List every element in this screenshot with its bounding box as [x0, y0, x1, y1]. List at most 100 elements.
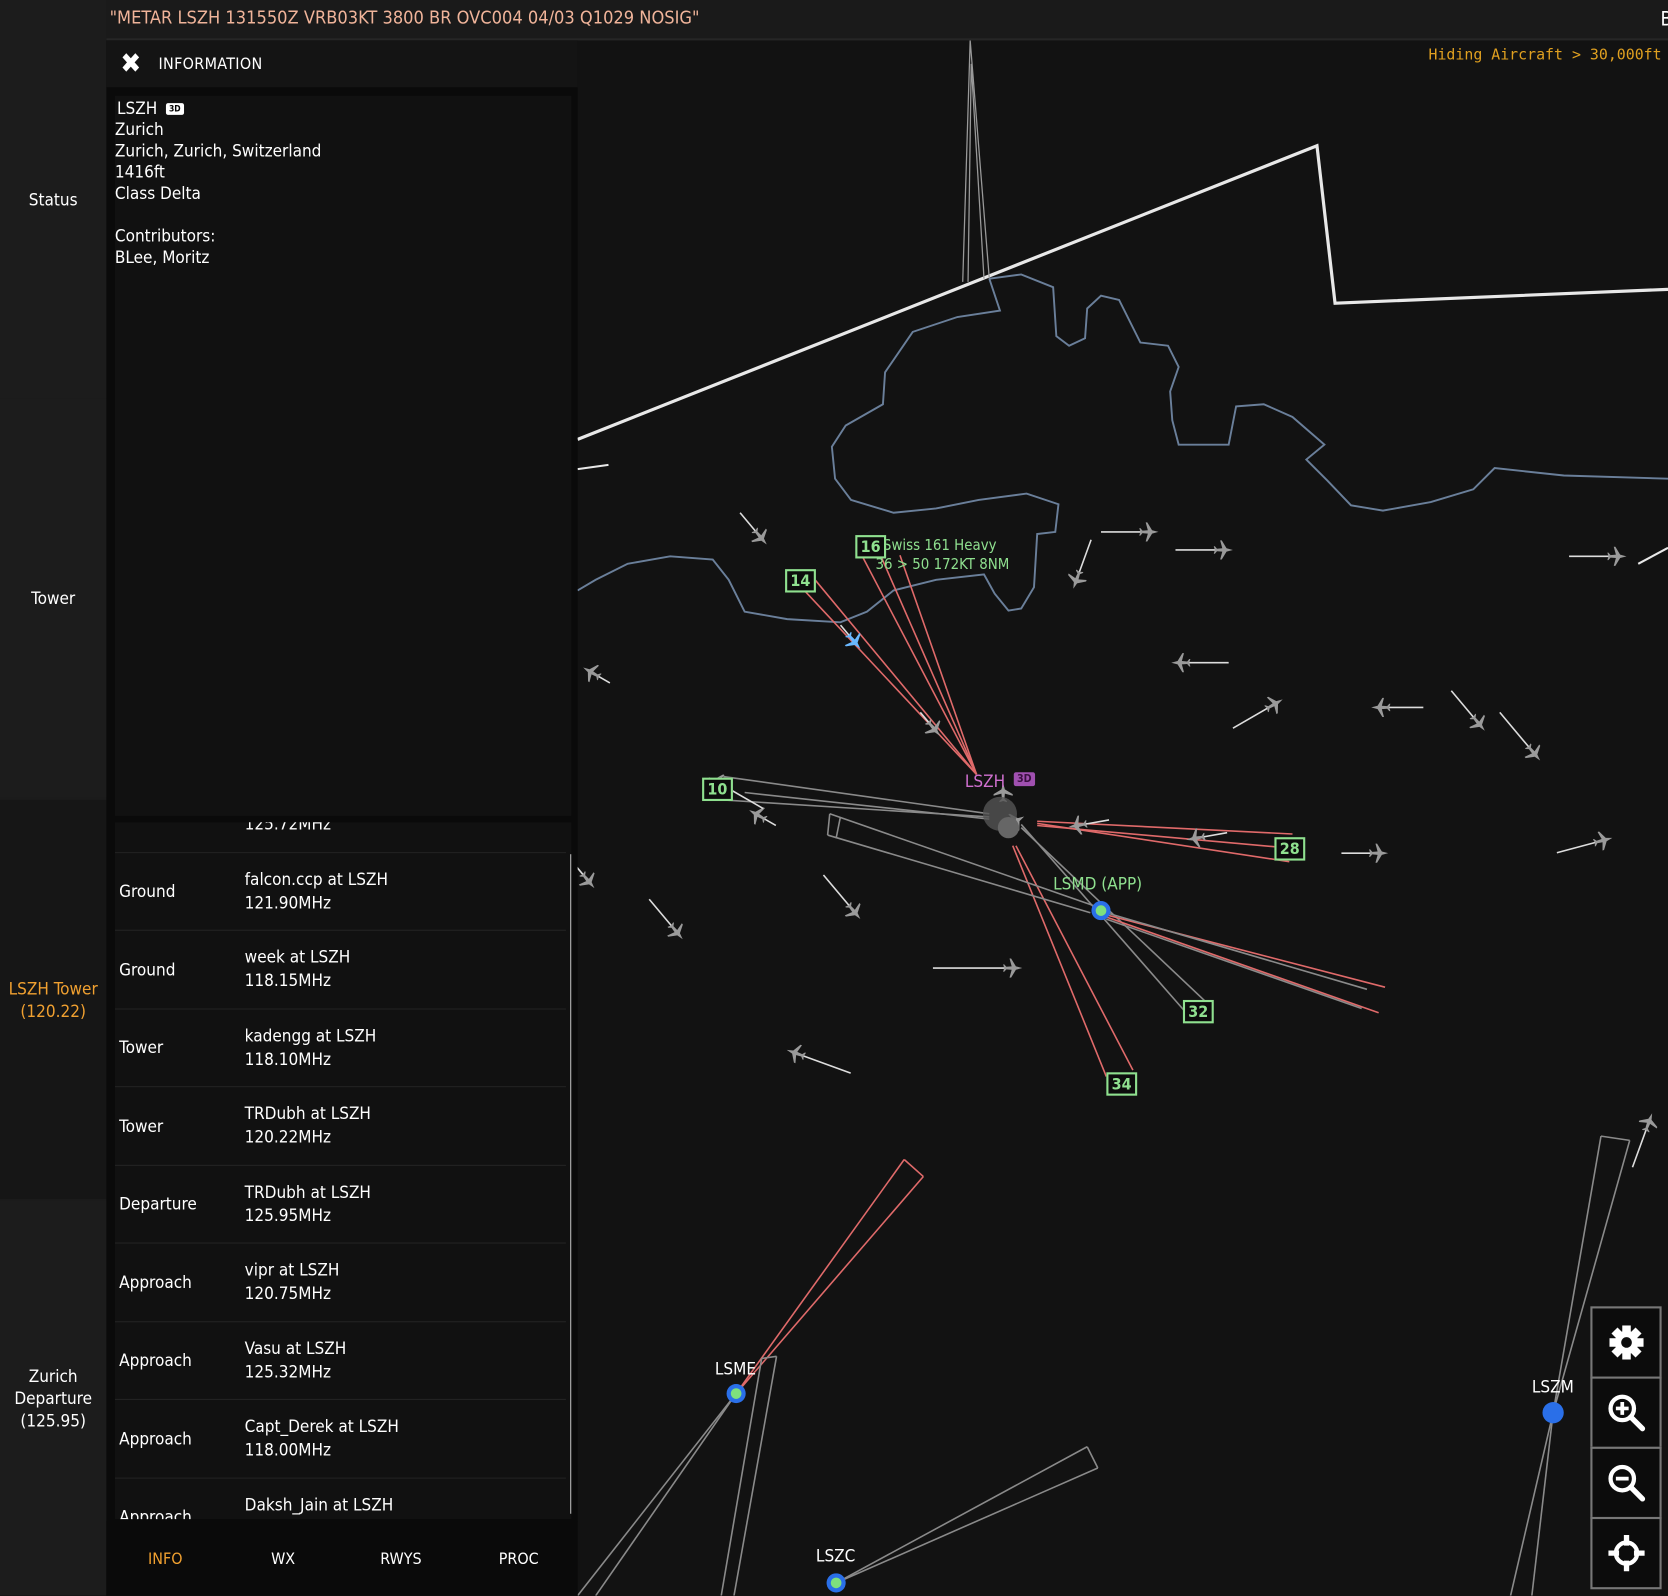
- runway-procedure-lines: [577, 550, 1631, 1596]
- aircraft-icon[interactable]: [1450, 690, 1492, 737]
- aircraft-icon[interactable]: [1556, 829, 1615, 854]
- flight-label-callsign[interactable]: Swiss 161 Heavy: [883, 537, 997, 554]
- aircraft-icon[interactable]: [839, 624, 868, 655]
- airport-elevation: 1416ft: [114, 161, 165, 182]
- aircraft-icon[interactable]: [1101, 522, 1159, 542]
- controller-callsign: Vasu at LSZH: [244, 1337, 347, 1358]
- controller-row[interactable]: Approach vipr at LSZH 120.75MHz: [114, 1244, 566, 1322]
- tab-wx[interactable]: WX: [224, 1521, 342, 1595]
- station-label-lsme[interactable]: LSME: [715, 1358, 756, 1378]
- sidebar-item-label: Status: [28, 189, 78, 210]
- procedure-line: [877, 550, 978, 775]
- procedure-line: [835, 1446, 1088, 1584]
- controller-list[interactable]: ATIS 125.72MHzGround falcon.ccp at LSZH …: [114, 822, 572, 1520]
- tab-info[interactable]: INFO: [106, 1521, 224, 1595]
- runway-label-32[interactable]: 32: [1182, 999, 1214, 1024]
- aircraft-icon[interactable]: [1171, 653, 1229, 673]
- procedure-line: [788, 573, 978, 775]
- controller-row[interactable]: Tower TRDubh at LSZH 120.22MHz: [114, 1087, 566, 1166]
- aircraft-icon[interactable]: [1175, 540, 1233, 560]
- tab-rwys[interactable]: RWYS: [342, 1521, 460, 1595]
- controller-callsign: falcon.ccp at LSZH: [244, 868, 388, 889]
- controller-position: Tower: [119, 1037, 164, 1058]
- runway-label-10[interactable]: 10: [702, 777, 733, 802]
- procedure-line: [826, 813, 831, 836]
- station-marker-lsme[interactable]: [726, 1383, 746, 1404]
- controller-row[interactable]: Ground week at LSZH 118.15MHz: [114, 931, 566, 1009]
- controller-frequency: 125.72MHz: [244, 822, 332, 835]
- zoom-in-icon: [1607, 1394, 1645, 1432]
- controller-row[interactable]: Approach Capt_Derek at LSZH 118.00MHz: [114, 1400, 566, 1479]
- controller-row[interactable]: Approach Vasu at LSZH 125.32MHz: [114, 1322, 566, 1400]
- runway-label-34[interactable]: 34: [1106, 1072, 1137, 1096]
- aircraft-icon[interactable]: [783, 1041, 851, 1074]
- runway-label-16[interactable]: 16: [855, 535, 886, 559]
- map-controls: [1590, 1306, 1662, 1590]
- controller-row[interactable]: Ground falcon.ccp at LSZH 121.90MHz: [114, 853, 566, 931]
- procedure-line: [1106, 918, 1362, 1010]
- controller-callsign: kadengg at LSZH: [244, 1024, 377, 1046]
- sidebar-item-tower[interactable]: Tower: [0, 398, 107, 798]
- station-label-lsmd[interactable]: LSMD (APP): [1053, 873, 1142, 893]
- controller-frequency: 125.95MHz: [244, 1204, 332, 1225]
- station-label-lszc[interactable]: LSZC: [816, 1546, 855, 1566]
- sidebar-item-status[interactable]: Status: [0, 0, 107, 399]
- aircraft-icon[interactable]: [1064, 539, 1092, 592]
- aircraft-icon[interactable]: [1371, 697, 1424, 717]
- controller-row[interactable]: ATIS 125.72MHz: [114, 822, 566, 853]
- aircraft-icon[interactable]: [1232, 691, 1288, 729]
- metar-bar: "METAR LSZH 131550Z VRB03KT 3800 BR OVC0…: [106, 0, 1668, 41]
- controller-frequency: 118.00MHz: [244, 1439, 332, 1460]
- controller-row[interactable]: Tower kadengg at LSZH 118.10MHz: [114, 1009, 566, 1088]
- aircraft-icon[interactable]: [648, 898, 690, 945]
- station-marker-lszm[interactable]: [1542, 1402, 1564, 1424]
- aircraft-icon[interactable]: [578, 659, 611, 685]
- controller-position: Ground: [119, 958, 176, 980]
- tab-proc[interactable]: PROC: [460, 1521, 578, 1595]
- close-icon[interactable]: ✖: [115, 49, 147, 81]
- aircraft-icon[interactable]: [1499, 711, 1548, 766]
- panel-title: INFORMATION: [158, 54, 263, 74]
- airport-label-lszh[interactable]: LSZH: [965, 771, 1005, 791]
- zoom-out-icon: [1607, 1464, 1645, 1502]
- procedure-line: [809, 573, 978, 775]
- procedure-line: [577, 1393, 737, 1596]
- procedure-line: [595, 1393, 737, 1596]
- zoom-in-button[interactable]: [1590, 1376, 1662, 1449]
- runway-label-28[interactable]: 28: [1274, 837, 1306, 861]
- aircraft-icon[interactable]: [919, 711, 947, 742]
- controller-position: Approach: [119, 1506, 192, 1520]
- scrollbar[interactable]: [570, 854, 572, 1514]
- airport-location: Zurich, Zurich, Switzerland: [114, 140, 322, 161]
- aircraft-icon[interactable]: [744, 802, 777, 828]
- settings-button[interactable]: [1590, 1306, 1662, 1379]
- aircraft-icon[interactable]: [1631, 1110, 1661, 1168]
- controller-frequency: 118.15MHz: [244, 970, 332, 991]
- recenter-button[interactable]: [1590, 1516, 1662, 1590]
- airport-3d-badge: 3D: [1013, 772, 1035, 787]
- runway-label-14[interactable]: 14: [785, 569, 816, 593]
- zoom-out-button[interactable]: [1590, 1446, 1662, 1520]
- controller-frequency: 125.32MHz: [244, 1361, 332, 1382]
- aircraft-icon[interactable]: [1569, 546, 1627, 566]
- contributors-label: Contributors:: [114, 225, 216, 246]
- aircraft-icon[interactable]: [932, 958, 1023, 978]
- sidebar-item-zurich-departure[interactable]: Zurich Departure (125.95): [0, 1201, 107, 1596]
- station-marker-lsmd[interactable]: [1091, 901, 1111, 921]
- procedure-line: [899, 555, 978, 775]
- lszh-airport-cluster[interactable]: [982, 796, 1020, 839]
- controller-frequency: 120.22MHz: [244, 1126, 332, 1147]
- controller-row[interactable]: Approach Daksh_Jain at LSZH: [115, 1478, 566, 1519]
- controller-frequency: 120.75MHz: [244, 1282, 332, 1304]
- station-marker-lszc[interactable]: [826, 1573, 846, 1593]
- fir-boundary: [577, 143, 1668, 565]
- station-label-lszm[interactable]: LSZM: [1532, 1377, 1574, 1397]
- controller-row[interactable]: Departure TRDubh at LSZH 125.95MHz: [114, 1165, 566, 1244]
- aircraft-icon[interactable]: [739, 512, 774, 551]
- airport-icao: LSZH: [117, 97, 158, 119]
- airport-name: Zurich: [114, 119, 164, 140]
- airport-info: LSZH 3D Zurich Zurich, Zurich, Switzerlan…: [114, 95, 572, 816]
- sidebar-item-lszh-tower[interactable]: LSZH Tower (120.22): [0, 799, 107, 1199]
- aircraft-icon[interactable]: [822, 874, 867, 925]
- aircraft-icon[interactable]: [1341, 843, 1389, 863]
